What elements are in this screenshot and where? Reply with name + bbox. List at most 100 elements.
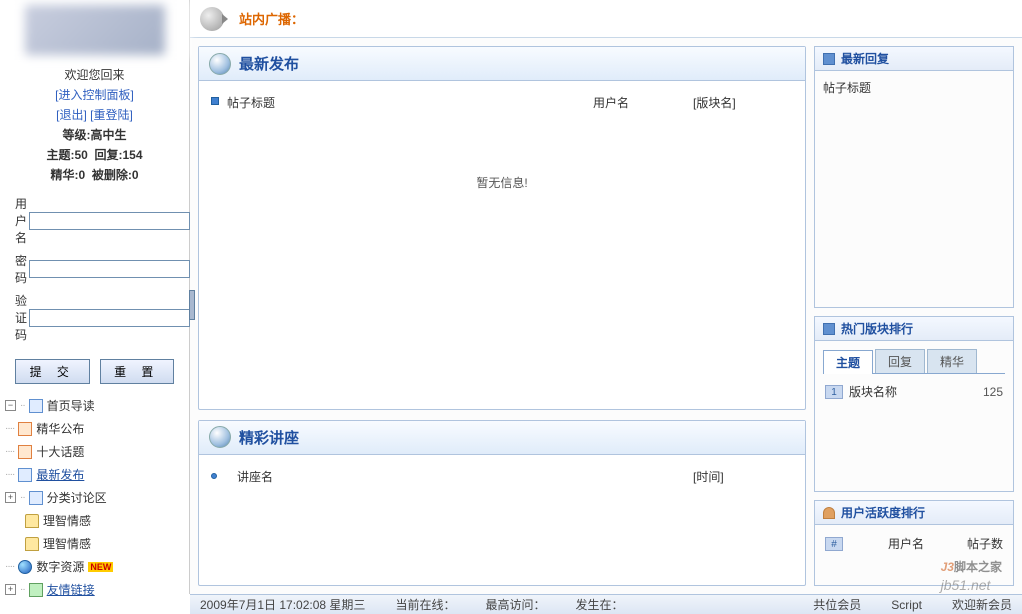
active-header: # 用户名 帖子数 — [823, 533, 1005, 554]
tree-sub2[interactable]: 理智情感 — [0, 532, 189, 555]
tree-top10[interactable]: ···· 十大话题 — [0, 440, 189, 463]
folder-icon — [25, 514, 39, 528]
tree-line: ···· — [5, 446, 14, 457]
tree-links-label: 友情链接 — [47, 581, 95, 598]
status-happen: 发生在： — [575, 596, 623, 613]
username-input[interactable] — [29, 212, 190, 230]
latest-panel-title: 最新发布 — [239, 53, 299, 74]
essence-label: 精华: — [50, 168, 78, 182]
lecture-table-header: 讲座名 [时间] — [211, 465, 793, 488]
tree-line: ·· — [20, 400, 25, 411]
tree-sub1[interactable]: 理智情感 — [0, 509, 189, 532]
reply-icon — [823, 53, 835, 65]
rank-row[interactable]: 1 版块名称 125 — [823, 380, 1005, 403]
control-panel-link[interactable]: [进入控制面板] — [55, 88, 134, 102]
tree-latest-label: 最新发布 — [36, 466, 84, 483]
tree-line: ·· — [20, 584, 25, 595]
tree-home[interactable]: −·· 首页导读 — [0, 394, 189, 417]
tree-digital[interactable]: ···· 数字资源 NEW — [0, 555, 189, 578]
level-label: 等级: — [62, 128, 90, 142]
avatar-image — [25, 5, 165, 55]
status-members: 共位会员 — [813, 596, 861, 613]
tree-line: ···· — [5, 469, 14, 480]
main-area: 站内广播： 最新发布 帖子标题 用户名 [版块名] — [190, 0, 1022, 594]
captcha-label: 验证码 — [15, 292, 29, 343]
hot-board-panel: 热门版块排行 主题 回复 精华 1 版块名称 125 — [814, 316, 1014, 492]
broadcast-bar: 站内广播： — [190, 0, 1022, 38]
reply-col-title: 帖子标题 — [823, 81, 871, 95]
password-input[interactable] — [29, 260, 190, 278]
login-form: 用户名 密 码 验证码 — [0, 190, 189, 354]
tree-category[interactable]: + ·· 分类讨论区 — [0, 486, 189, 509]
resize-handle[interactable] — [189, 290, 195, 320]
expand-icon[interactable]: + — [5, 584, 16, 595]
status-welcome: 欢迎新会员 — [952, 596, 1012, 613]
latest-reply-panel: 最新回复 帖子标题 — [814, 46, 1014, 308]
topic-label: 主题: — [46, 148, 74, 162]
essence-count: 0 — [78, 168, 85, 182]
reset-button[interactable]: 重 置 — [100, 359, 175, 384]
tree-sub1-label: 理智情感 — [43, 512, 91, 529]
level-value: 高中生 — [90, 128, 126, 142]
person-icon — [823, 507, 835, 519]
tab-reply[interactable]: 回复 — [875, 349, 925, 373]
tree-essence[interactable]: ···· 精华公布 — [0, 417, 189, 440]
page-icon — [29, 399, 43, 413]
latest-panel: 最新发布 帖子标题 用户名 [版块名] 暂无信息! — [198, 46, 806, 410]
rank-count: 125 — [983, 385, 1003, 399]
tree-home-label: 首页导读 — [47, 397, 95, 414]
submit-button[interactable]: 提 交 — [15, 359, 90, 384]
globe-icon — [18, 560, 32, 574]
password-label: 密 码 — [15, 252, 29, 286]
category-icon — [29, 491, 43, 505]
deleted-label: 被删除: — [92, 168, 132, 182]
hot-tabs: 主题 回复 精华 — [823, 349, 1005, 374]
logout-link[interactable]: [退出] — [56, 108, 87, 122]
speaker-icon — [200, 7, 224, 31]
latest-reply-title: 最新回复 — [841, 50, 889, 67]
bullet-icon — [211, 473, 217, 479]
col-active-user: 用户名 — [857, 535, 955, 552]
status-max: 最高访问： — [485, 596, 545, 613]
rank-number: 1 — [825, 385, 843, 399]
bullet-icon — [211, 97, 219, 105]
deleted-count: 0 — [132, 168, 139, 182]
links-icon — [29, 583, 43, 597]
username-label: 用户名 — [15, 195, 29, 246]
latest-icon — [18, 468, 32, 482]
hot-icon — [823, 323, 835, 335]
tree-line: ···· — [5, 561, 14, 572]
collapse-icon[interactable]: − — [5, 400, 16, 411]
rank-name: 版块名称 — [849, 383, 983, 400]
tree-essence-label: 精华公布 — [36, 420, 84, 437]
status-bar: 2009年7月1日 17:02:08 星期三 当前在线： 最高访问： 发生在： … — [190, 594, 1022, 614]
welcome-text: 欢迎您回来 — [64, 68, 124, 82]
relogin-link[interactable]: [重登陆] — [90, 108, 133, 122]
sidebar: 欢迎您回来 [进入控制面板] [退出] [重登陆] 等级:高中生 主题:50 回… — [0, 0, 190, 594]
tree-latest[interactable]: ···· 最新发布 — [0, 463, 189, 486]
tree-links[interactable]: + ·· 友情链接 — [0, 578, 189, 601]
broadcast-label: 站内广播： — [239, 9, 304, 28]
col-time: [时间] — [693, 468, 793, 485]
col-active-posts: 帖子数 — [955, 535, 1003, 552]
active-user-panel: 用户活跃度排行 # 用户名 帖子数 — [814, 500, 1014, 586]
panel-icon — [209, 53, 231, 75]
user-info: 欢迎您回来 [进入控制面板] [退出] [重登陆] 等级:高中生 主题:50 回… — [0, 60, 189, 190]
captcha-input[interactable] — [29, 309, 190, 327]
tab-essence[interactable]: 精华 — [927, 349, 977, 373]
col-user: 用户名 — [593, 94, 693, 111]
tab-topic[interactable]: 主题 — [823, 350, 873, 374]
status-datetime: 2009年7月1日 17:02:08 星期三 — [200, 596, 365, 613]
tree-line: ·· — [20, 492, 25, 503]
col-board: [版块名] — [693, 94, 793, 111]
tree-top10-label: 十大话题 — [36, 443, 84, 460]
active-user-title: 用户活跃度排行 — [841, 504, 925, 521]
col-title: 帖子标题 — [227, 94, 593, 111]
new-badge: NEW — [88, 562, 113, 572]
tree-category-label: 分类讨论区 — [47, 489, 107, 506]
lecture-panel-title: 精彩讲座 — [239, 427, 299, 448]
essence-icon — [18, 422, 32, 436]
status-online: 当前在线： — [395, 596, 455, 613]
expand-icon[interactable]: + — [5, 492, 16, 503]
topic-count: 50 — [74, 148, 87, 162]
